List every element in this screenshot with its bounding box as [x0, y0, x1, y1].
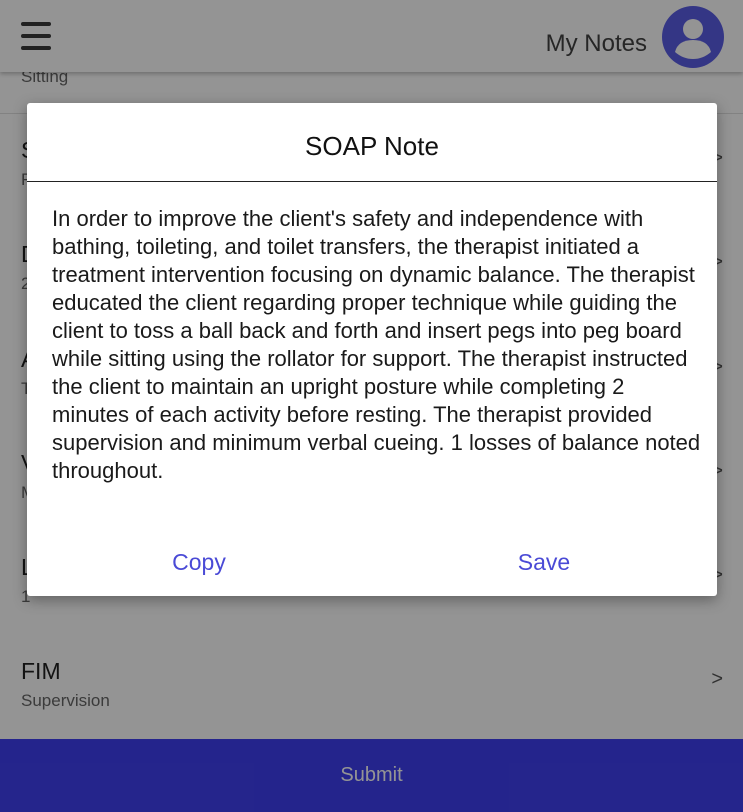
dialog-title: SOAP Note [305, 131, 439, 161]
copy-button[interactable]: Copy [99, 549, 299, 576]
divider [27, 181, 717, 182]
soap-note-dialog: SOAP Note In order to improve the client… [27, 103, 717, 596]
soap-note-text: In order to improve the client's safety … [52, 206, 701, 483]
save-button[interactable]: Save [444, 549, 644, 576]
